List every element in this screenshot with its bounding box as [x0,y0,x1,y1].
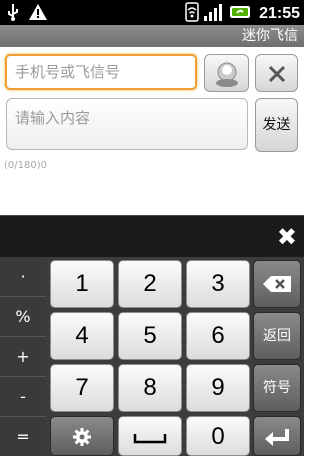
key-9[interactable]: 9 [186,364,250,412]
contact-picker-button[interactable] [204,54,249,92]
enter-icon [263,429,291,446]
key-equals[interactable]: = [0,417,46,456]
backspace-icon [262,276,292,292]
signal-icon [203,2,225,26]
back-key[interactable]: 返回 [253,312,301,360]
key-2[interactable]: 2 [118,260,182,308]
close-icon [268,65,286,87]
send-button[interactable]: 发送 [255,98,298,152]
usb-icon [6,3,20,25]
key-4[interactable]: 4 [50,312,114,360]
character-counter: (0/180)0 [4,160,47,171]
app-title: 迷你飞信 [242,28,298,44]
warning-icon [28,3,48,25]
message-content-input[interactable] [6,98,248,150]
gear-icon [72,428,92,446]
key-3[interactable]: 3 [186,260,250,308]
battery-icon [229,4,251,24]
status-bar: 21:55 [0,0,304,25]
key-minus[interactable]: - [0,377,46,417]
symbol-key[interactable]: 符号 [253,364,301,412]
phone-number-input[interactable] [5,54,197,90]
space-key[interactable] [118,416,182,456]
clock: 21:55 [259,5,300,22]
backspace-button[interactable] [253,260,301,308]
key-8[interactable]: 8 [118,364,182,412]
title-bar: 迷你飞信 [0,25,304,47]
key-dot[interactable]: · [0,257,46,297]
keyboard-close-button[interactable]: ✖ [277,225,297,249]
key-plus[interactable]: + [0,337,46,377]
enter-key[interactable] [253,416,301,456]
key-1[interactable]: 1 [50,260,114,308]
keyboard-toolbar: ✖ [0,215,304,258]
key-percent[interactable]: % [0,297,46,337]
keypad-side-column: · % + - = [0,257,46,456]
space-icon [133,423,167,450]
key-5[interactable]: 5 [118,312,182,360]
clear-button[interactable] [255,54,298,92]
key-7[interactable]: 7 [50,364,114,412]
contact-icon [212,59,242,93]
key-0[interactable]: 0 [186,416,250,456]
key-6[interactable]: 6 [186,312,250,360]
wifi-icon [185,2,199,26]
settings-key[interactable] [50,416,114,456]
